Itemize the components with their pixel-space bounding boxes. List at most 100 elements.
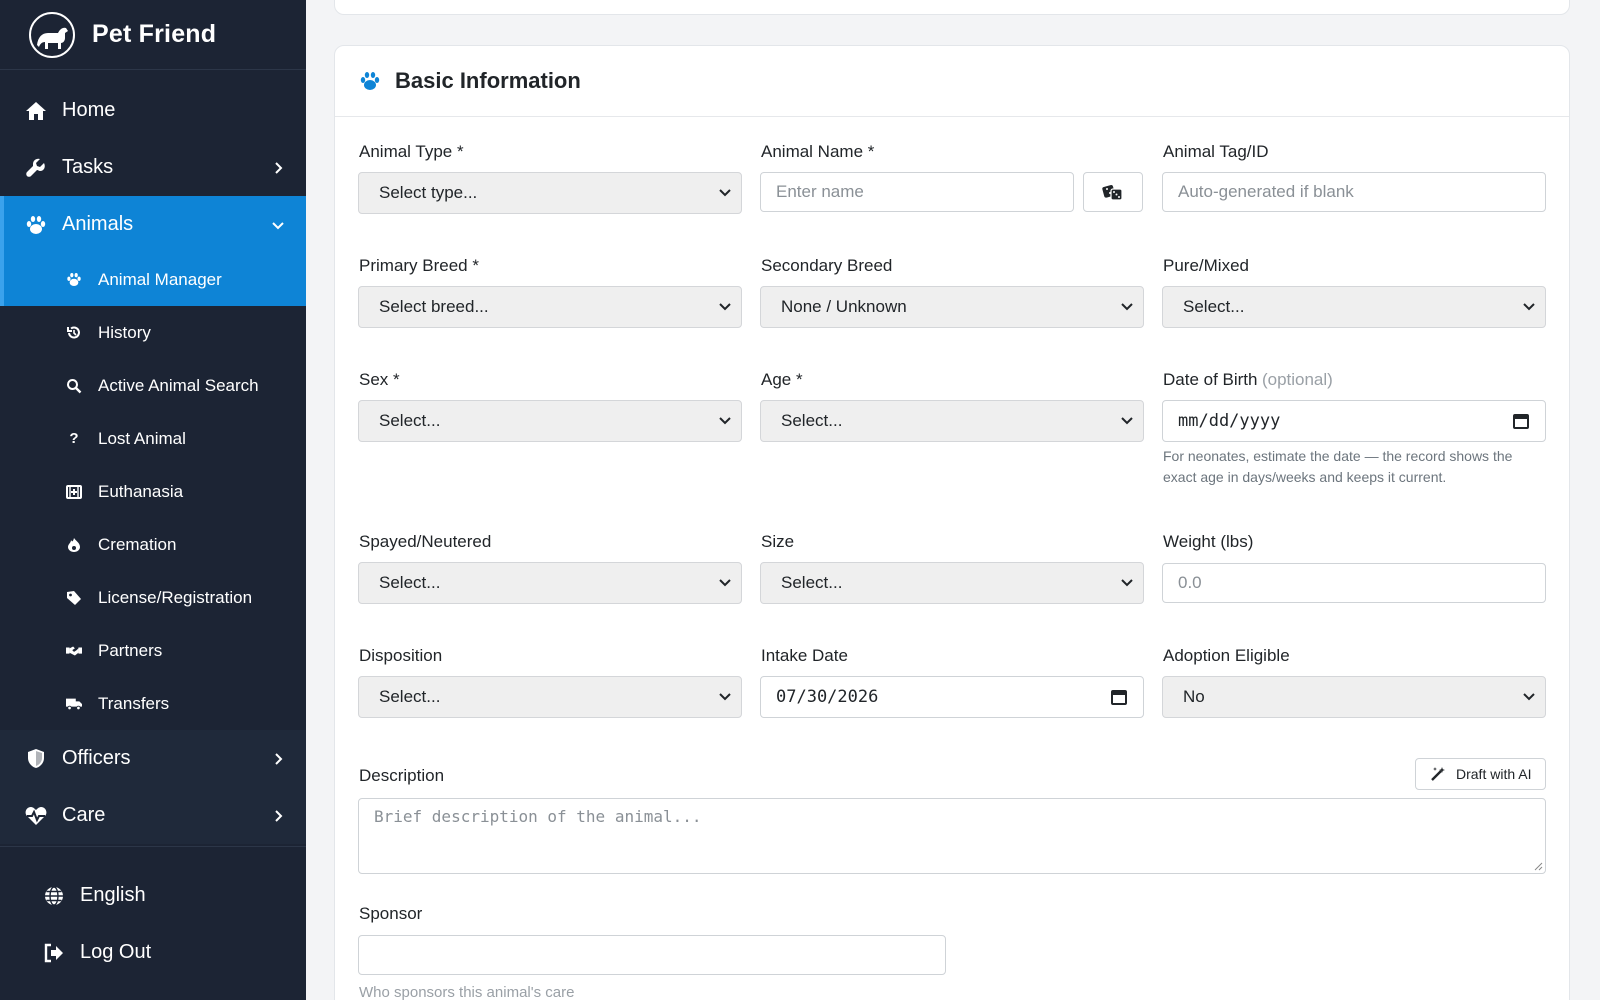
draft-with-ai-label: Draft with AI — [1456, 766, 1532, 782]
sex-value: Select... — [379, 411, 441, 430]
paw-icon — [66, 272, 82, 288]
sidebar-item-care[interactable]: Care — [0, 787, 306, 844]
sidebar-item-lost-animal[interactable]: ? Lost Animal — [0, 412, 306, 465]
primary-breed-select[interactable]: Select breed... — [358, 286, 742, 328]
sidebar-item-label: Animal Manager — [98, 269, 222, 289]
adoption-eligible-value: No — [1183, 687, 1205, 706]
animal-name-input[interactable]: Enter name — [760, 172, 1074, 212]
chevron-down-icon — [1523, 303, 1535, 311]
sidebar-item-officers[interactable]: Officers — [0, 730, 306, 787]
sidebar-item-tasks[interactable]: Tasks — [0, 139, 306, 196]
previous-card — [334, 0, 1570, 15]
sidebar-item-label: Cremation — [98, 534, 177, 554]
disposition-label: Disposition — [359, 646, 443, 665]
animal-type-label: Animal Type * — [359, 142, 464, 161]
sidebar-item-partners[interactable]: Partners — [0, 624, 306, 677]
animal-type-select[interactable]: Select type... — [358, 172, 742, 214]
main-content: Basic Information Animal Type * Select t… — [306, 0, 1600, 1000]
paw-icon — [24, 213, 48, 237]
sidebar-item-label: Officers — [62, 747, 131, 769]
sidebar-item-transfers[interactable]: Transfers — [0, 677, 306, 730]
card-header: Basic Information — [335, 46, 1569, 117]
logout-icon — [42, 941, 66, 965]
sidebar-item-label: License/Registration — [98, 587, 253, 607]
weight-input[interactable]: 0.0 — [1162, 563, 1546, 603]
dice-icon — [1102, 185, 1123, 201]
animal-name-placeholder: Enter name — [776, 182, 864, 201]
sidebar-item-cremation[interactable]: Cremation — [0, 518, 306, 571]
chevron-down-icon — [719, 693, 731, 701]
draft-with-ai-button[interactable]: Draft with AI — [1415, 758, 1547, 790]
sidebar-item-animal-manager[interactable]: Animal Manager — [0, 253, 306, 306]
animal-tag-placeholder: Auto-generated if blank — [1178, 182, 1354, 201]
description-label: Description — [359, 766, 445, 785]
weight-placeholder: 0.0 — [1178, 573, 1202, 592]
dob-label: Date of Birth (optional) — [1163, 370, 1333, 389]
resize-grip-icon[interactable] — [1533, 861, 1543, 871]
chevron-down-icon — [1121, 303, 1133, 311]
size-label: Size — [761, 532, 795, 551]
dob-input[interactable]: mm/dd/yyyy — [1162, 400, 1546, 442]
sidebar-item-label: Lost Animal — [98, 428, 186, 448]
sex-label: Sex * — [359, 370, 400, 389]
sidebar-item-label: Transfers — [98, 693, 170, 713]
globe-icon — [42, 884, 66, 908]
age-label: Age * — [761, 370, 803, 389]
question-icon: ? — [69, 430, 79, 447]
pure-mixed-select[interactable]: Select... — [1162, 286, 1546, 328]
sidebar-item-euthanasia[interactable]: Euthanasia — [0, 465, 306, 518]
calendar-icon[interactable] — [1111, 689, 1127, 705]
disposition-select[interactable]: Select... — [358, 676, 742, 718]
chevron-down-icon — [1121, 417, 1133, 425]
history-icon — [66, 325, 82, 341]
sidebar-item-label: Tasks — [62, 156, 114, 178]
description-textarea[interactable]: Brief description of the animal... — [358, 798, 1546, 874]
sidebar-item-animals[interactable]: Animals — [0, 196, 306, 253]
calendar-icon[interactable] — [1513, 413, 1529, 429]
disposition-value: Select... — [379, 687, 441, 706]
chevron-down-icon — [719, 303, 731, 311]
sidebar-item-history[interactable]: History — [0, 306, 306, 359]
size-select[interactable]: Select... — [760, 562, 1144, 604]
dob-help: For neonates, estimate the date — the re… — [1163, 448, 1513, 485]
search-icon — [66, 378, 82, 394]
random-name-button[interactable] — [1083, 172, 1143, 212]
language-english[interactable]: English — [0, 867, 306, 924]
sidebar-item-active-animal-search[interactable]: Active Animal Search — [0, 359, 306, 412]
sex-select[interactable]: Select... — [358, 400, 742, 442]
primary-breed-label: Primary Breed * — [359, 256, 479, 275]
sidebar-item-label: Euthanasia — [98, 481, 184, 501]
intake-date-input[interactable]: 07/30/2026 — [760, 676, 1144, 718]
sidebar-item-label: Animals — [62, 213, 134, 235]
chevron-down-icon — [719, 189, 731, 197]
brand-name: Pet Friend — [92, 20, 217, 48]
animal-name-label: Animal Name * — [761, 142, 875, 161]
clinic-icon — [66, 484, 82, 500]
secondary-breed-label: Secondary Breed — [761, 256, 893, 275]
logout-button[interactable]: Log Out — [0, 924, 306, 981]
sidebar-item-label: Partners — [98, 640, 163, 660]
primary-breed-value: Select breed... — [379, 297, 489, 316]
sidebar-item-license-registration[interactable]: License/Registration — [0, 571, 306, 624]
chevron-down-icon — [1523, 693, 1535, 701]
chevron-down-icon — [719, 579, 731, 587]
adoption-eligible-select[interactable]: No — [1162, 676, 1546, 718]
weight-label: Weight (lbs) — [1163, 532, 1254, 551]
brand[interactable]: Pet Friend — [0, 0, 306, 70]
paw-icon — [360, 72, 380, 90]
intake-date-value: 07/30/2026 — [776, 687, 879, 707]
card-title: Basic Information — [395, 68, 581, 93]
secondary-breed-select[interactable]: None / Unknown — [760, 286, 1144, 328]
sidebar-item-home[interactable]: Home — [0, 82, 306, 139]
truck-icon — [66, 696, 82, 712]
fire-icon — [66, 537, 82, 553]
age-select[interactable]: Select... — [760, 400, 1144, 442]
sponsor-input[interactable] — [358, 935, 946, 975]
spayed-select[interactable]: Select... — [358, 562, 742, 604]
sidebar-item-label: Home — [62, 99, 116, 121]
animal-tag-input[interactable]: Auto-generated if blank — [1162, 172, 1546, 212]
sponsor-label: Sponsor — [359, 904, 423, 923]
handshake-icon — [66, 643, 82, 659]
home-icon — [24, 99, 48, 123]
chevron-right-icon — [275, 752, 283, 765]
